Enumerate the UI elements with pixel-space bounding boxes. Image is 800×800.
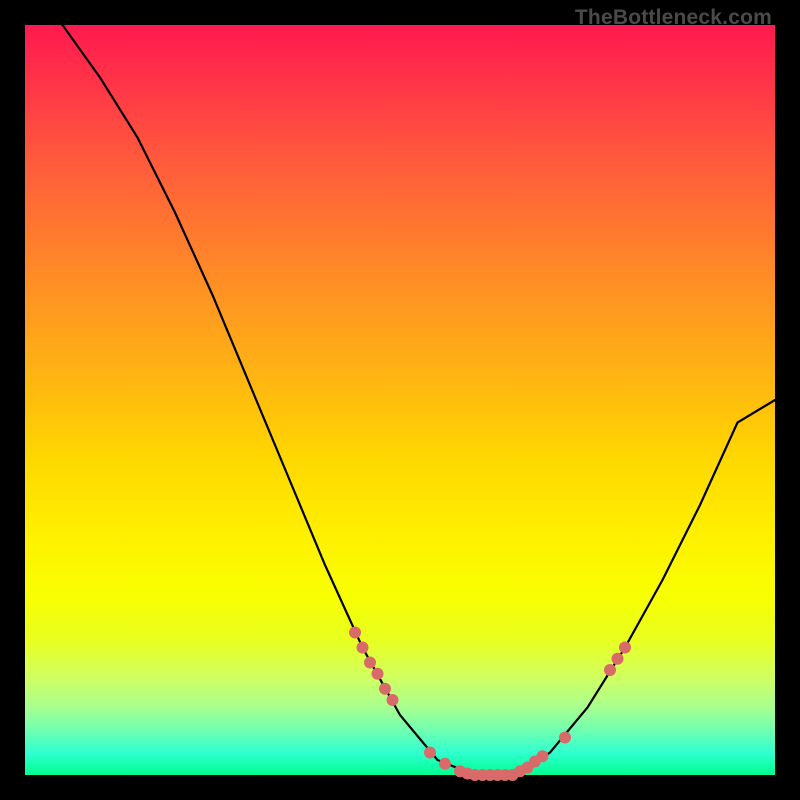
data-point — [372, 668, 384, 680]
curve-line — [63, 25, 776, 775]
data-point — [364, 657, 376, 669]
data-point — [357, 642, 369, 654]
data-point — [439, 758, 451, 770]
data-point — [559, 732, 571, 744]
data-point — [387, 694, 399, 706]
data-point — [379, 683, 391, 695]
data-point — [537, 750, 549, 762]
chart-container: TheBottleneck.com — [0, 0, 800, 800]
data-point — [424, 747, 436, 759]
data-point — [349, 627, 361, 639]
data-point — [612, 653, 624, 665]
plot-area — [25, 25, 775, 775]
bottleneck-curve — [25, 25, 775, 775]
data-point — [604, 664, 616, 676]
data-point — [619, 642, 631, 654]
